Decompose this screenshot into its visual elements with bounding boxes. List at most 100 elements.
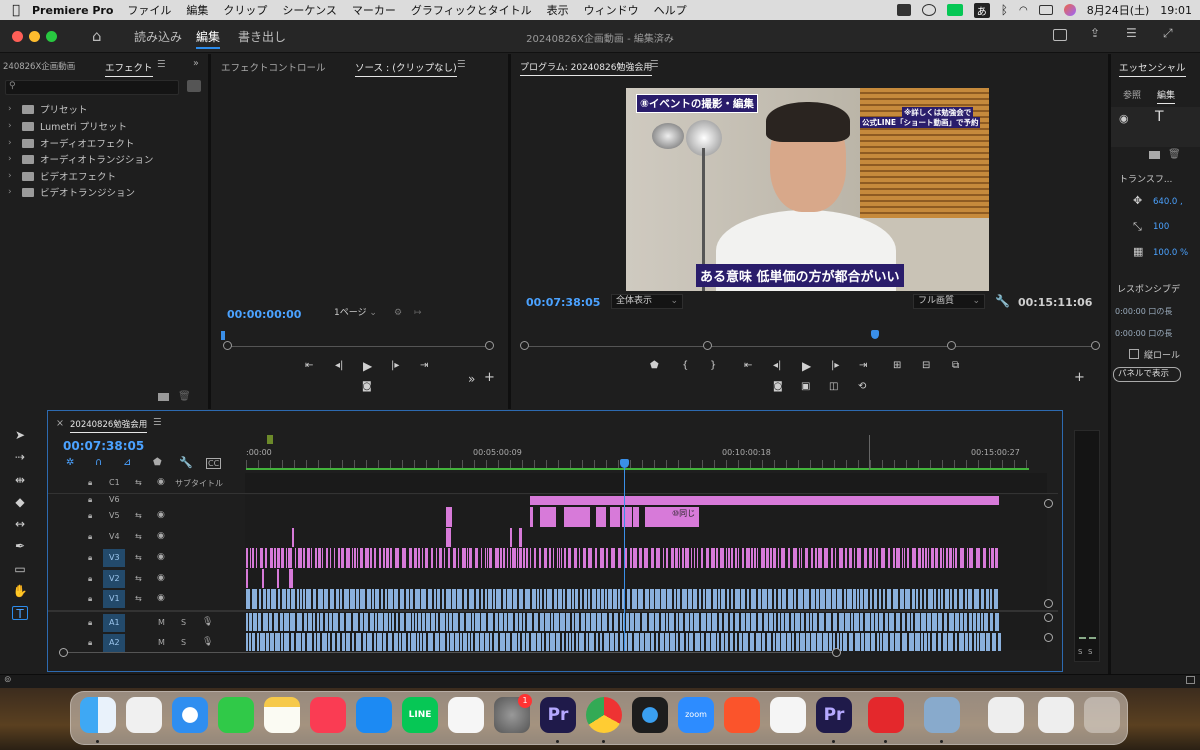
clip-v1[interactable] <box>677 589 680 609</box>
sync-lock-icon[interactable]: ⇆ <box>135 553 142 562</box>
folder-presets[interactable]: › プリセット <box>8 102 88 116</box>
clip-a2[interactable] <box>342 633 345 651</box>
clip-v1[interactable] <box>883 589 885 609</box>
clip-a2[interactable] <box>296 633 301 651</box>
clip-a2[interactable] <box>546 633 549 651</box>
clip-v3[interactable] <box>907 548 909 568</box>
clip-a1[interactable] <box>290 613 295 631</box>
eye-icon[interactable]: ◉ <box>157 573 165 583</box>
clip-v1[interactable] <box>372 589 374 609</box>
clip-a1[interactable] <box>320 613 323 631</box>
clip-v1[interactable] <box>394 589 398 609</box>
text-layer-icon[interactable]: T <box>1155 109 1164 125</box>
clip-a1[interactable] <box>308 613 312 631</box>
clip-v3[interactable] <box>311 548 312 568</box>
clip-a1[interactable] <box>360 613 363 631</box>
clip-a1[interactable] <box>854 613 859 631</box>
clip-a2[interactable] <box>356 633 361 651</box>
dock-music-icon[interactable] <box>310 697 346 733</box>
clip-a1[interactable] <box>819 613 824 631</box>
lock-icon[interactable]: 🔒︎ <box>88 511 92 521</box>
clip-v1[interactable] <box>945 589 949 609</box>
clip-a2[interactable] <box>670 633 675 651</box>
zoom-handle-left[interactable] <box>223 341 232 350</box>
clip-a1[interactable] <box>960 613 963 631</box>
add-button-icon[interactable]: + <box>1074 370 1085 385</box>
clip-a1[interactable] <box>871 613 874 631</box>
clip-v3[interactable] <box>839 548 843 568</box>
clip-a1[interactable] <box>436 613 438 631</box>
clip-a2[interactable] <box>260 633 265 651</box>
tab-browse[interactable]: 参照 <box>1123 88 1141 101</box>
clip-v3[interactable] <box>854 548 855 568</box>
clip-v1[interactable] <box>920 589 922 609</box>
clip-v1[interactable] <box>924 589 926 609</box>
clip-a2[interactable] <box>556 633 560 651</box>
clip-v3[interactable] <box>864 548 867 568</box>
clip-a2[interactable] <box>291 633 294 651</box>
clip-v1[interactable] <box>879 589 881 609</box>
clip-a2[interactable] <box>756 633 761 651</box>
clip-a1[interactable] <box>964 613 967 631</box>
clip-v1[interactable] <box>912 589 915 609</box>
snap-icon[interactable]: ∩ <box>95 457 102 468</box>
clip-v1[interactable] <box>306 589 311 609</box>
clip-a1[interactable] <box>669 613 674 631</box>
clip-v1[interactable] <box>525 589 530 609</box>
clip-a2[interactable] <box>628 633 632 651</box>
menubar-time[interactable]: 19:01 <box>1160 4 1192 17</box>
clip-v1[interactable] <box>563 589 565 609</box>
clip-v1[interactable] <box>406 589 409 609</box>
clip-v3[interactable] <box>485 548 486 568</box>
clip-v3[interactable] <box>706 548 709 568</box>
linked-selection-icon[interactable]: ⊿ <box>123 457 131 468</box>
clip-v1[interactable] <box>762 589 767 609</box>
clip-v1[interactable] <box>554 589 557 609</box>
program-panel-menu-icon[interactable]: ☰ <box>650 59 659 70</box>
clip-a1[interactable] <box>781 613 784 631</box>
clip-v1[interactable] <box>820 589 825 609</box>
clip-v1[interactable] <box>601 589 604 609</box>
clip-v1[interactable] <box>259 589 261 609</box>
clip-a1[interactable] <box>249 613 252 631</box>
clip-v3[interactable] <box>395 548 399 568</box>
selection-tool-icon[interactable]: ➤ <box>12 428 28 442</box>
clip-v1[interactable] <box>844 589 846 609</box>
clip-a1[interactable] <box>488 613 493 631</box>
ime-indicator[interactable]: あ <box>973 2 990 18</box>
clip-a1[interactable] <box>519 613 522 631</box>
clip-a2[interactable] <box>450 633 454 651</box>
clip-v1[interactable] <box>860 589 863 609</box>
clip-a2[interactable] <box>938 633 941 651</box>
folder-audio-transitions[interactable]: › オーディオトランジション <box>8 152 153 166</box>
position-value[interactable]: 640.0 , <box>1153 197 1183 207</box>
visibility-eye-icon[interactable]: ◉ <box>1119 112 1129 125</box>
clip-a2[interactable] <box>806 633 810 651</box>
clip-v3[interactable] <box>448 548 450 568</box>
clip-a2[interactable] <box>865 633 870 651</box>
clip-v1[interactable] <box>540 589 542 609</box>
clip-v3[interactable] <box>360 548 363 568</box>
clip-v1[interactable] <box>485 589 487 609</box>
mute-button[interactable]: M <box>158 638 165 647</box>
clip-a1[interactable] <box>661 613 665 631</box>
clip-v1[interactable] <box>547 589 552 609</box>
ripple-edit-tool-icon[interactable]: ⇹ <box>12 473 28 487</box>
clip-v1[interactable] <box>735 589 740 609</box>
clip-a1[interactable] <box>375 613 377 631</box>
clip-a2[interactable] <box>634 633 639 651</box>
sync-lock-icon[interactable]: ⇆ <box>135 478 142 487</box>
clip-a2[interactable] <box>417 633 419 651</box>
clip-v1[interactable] <box>291 589 295 609</box>
clip-a1[interactable] <box>764 613 768 631</box>
dock-quicktime-icon[interactable] <box>632 697 668 733</box>
zoom-select[interactable]: 全体表示 ⌄ <box>611 294 683 309</box>
mic-icon[interactable]: 🎙︎ <box>202 637 213 647</box>
clip-v6[interactable] <box>530 496 999 505</box>
clip-v3[interactable] <box>893 548 895 568</box>
clip-v3[interactable] <box>896 548 900 568</box>
clip-v3[interactable] <box>568 548 571 568</box>
clip-v3[interactable] <box>425 548 428 568</box>
tab-edit[interactable]: 編集 <box>1157 88 1176 104</box>
clip-v3[interactable] <box>697 548 698 568</box>
